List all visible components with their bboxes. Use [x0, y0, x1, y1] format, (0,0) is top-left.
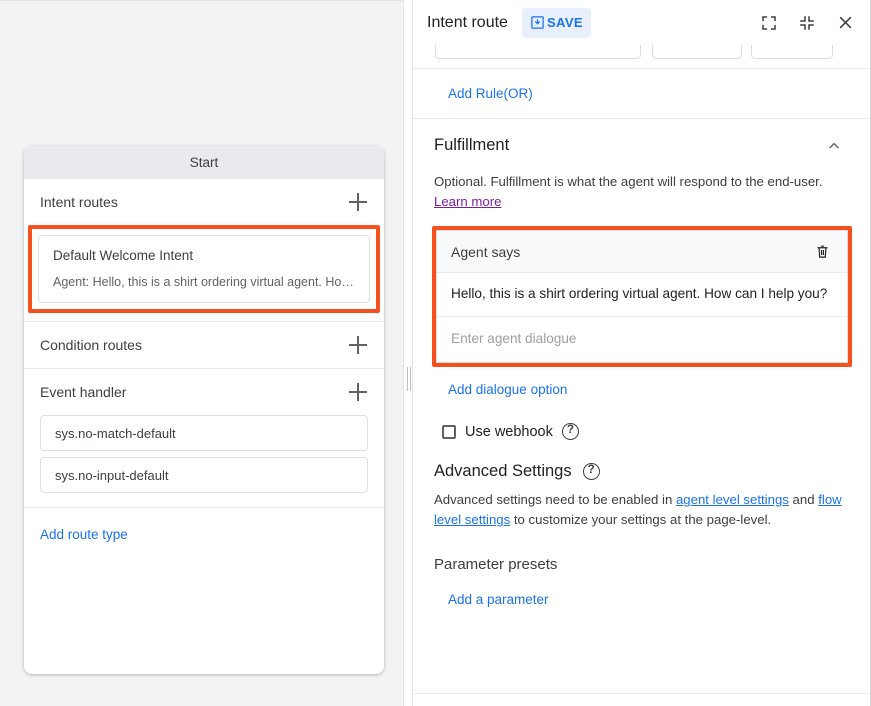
event-handler-title: Event handler [40, 384, 126, 400]
list-item[interactable]: sys.no-input-default [40, 457, 368, 493]
fulfillment-title: Fulfillment [434, 136, 509, 155]
event-handler-list: sys.no-match-default sys.no-input-defaul… [24, 415, 384, 507]
trash-icon[interactable] [811, 241, 833, 263]
rule-parameter-input[interactable] [435, 45, 641, 59]
save-button-label: SAVE [547, 15, 583, 30]
use-webhook-label: Use webhook [465, 424, 553, 440]
advanced-settings-title: Advanced Settings [434, 462, 572, 481]
parameter-presets-title: Parameter presets [413, 530, 871, 573]
add-parameter-row: Add a parameter [413, 573, 871, 609]
add-rule-row: Add Rule(OR) [413, 69, 871, 119]
panel-header-actions [758, 12, 856, 34]
save-button[interactable]: SAVE [522, 8, 591, 38]
add-event-handler-icon[interactable] [346, 380, 370, 404]
app-root: Start Intent routes Default Welcome Inte… [0, 0, 871, 706]
panel-body: Add Rule(OR) Fulfillment Optional. Fulfi… [413, 45, 871, 706]
advanced-settings-header: Advanced Settings ? [413, 440, 871, 481]
page-title: Intent route [427, 14, 508, 32]
start-page-header: Start [24, 146, 384, 179]
add-a-parameter-link[interactable]: Add a parameter [448, 592, 549, 607]
agent-says-message[interactable]: Hello, this is a shirt ordering virtual … [437, 273, 847, 317]
advanced-desc-part3: to customize your settings at the page-l… [510, 512, 771, 527]
condition-routes-header: Condition routes [24, 322, 384, 368]
intent-route-subtitle: Agent: Hello, this is a shirt ordering v… [53, 275, 355, 289]
agent-says-label: Agent says [451, 244, 520, 260]
intent-route-title: Default Welcome Intent [53, 248, 355, 263]
rule-inputs-row [413, 45, 871, 69]
fulfillment-description-text: Optional. Fulfillment is what the agent … [434, 174, 823, 189]
advanced-desc-part1: Advanced settings need to be enabled in [434, 492, 676, 507]
section-advanced-settings: Advanced Settings ? Advanced settings ne… [413, 440, 871, 530]
fulfillment-description: Optional. Fulfillment is what the agent … [413, 172, 871, 212]
advanced-desc-part2: and [789, 492, 818, 507]
drag-handle-icon [407, 367, 411, 391]
section-parameter-presets: Parameter presets Add a parameter [413, 530, 871, 609]
add-condition-route-icon[interactable] [346, 333, 370, 357]
advanced-settings-description: Advanced settings need to be enabled in … [413, 481, 871, 530]
flow-canvas: Start Intent routes Default Welcome Inte… [0, 0, 403, 706]
use-webhook-row: Use webhook ? [413, 399, 871, 440]
intent-route-highlight: Default Welcome Intent Agent: Hello, thi… [28, 225, 380, 313]
learn-more-link[interactable]: Learn more [434, 194, 501, 209]
collapse-icon[interactable] [796, 12, 818, 34]
agent-says-box: Agent says Hello, this is a shirt orderi… [436, 230, 848, 363]
save-icon [530, 15, 545, 30]
start-page-title: Start [190, 155, 219, 170]
add-rule-or-link[interactable]: Add Rule(OR) [448, 86, 533, 101]
section-event-handler: Event handler sys.no-match-default sys.n… [24, 369, 384, 508]
panel-bottom-divider [413, 693, 871, 694]
section-fulfillment: Fulfillment Optional. Fulfillment is wha… [413, 119, 871, 440]
condition-routes-title: Condition routes [40, 337, 142, 353]
agent-level-settings-link[interactable]: agent level settings [676, 492, 789, 507]
chevron-up-icon[interactable] [824, 136, 844, 156]
panel-resize-handle[interactable] [403, 0, 413, 706]
add-route-type-link[interactable]: Add route type [40, 527, 128, 542]
add-dialogue-option-link[interactable]: Add dialogue option [448, 382, 567, 397]
rule-operator-input[interactable] [652, 45, 742, 59]
add-intent-route-icon[interactable] [346, 190, 370, 214]
rule-value-input[interactable] [751, 45, 833, 59]
add-dialogue-row: Add dialogue option [413, 367, 871, 399]
help-icon[interactable]: ? [562, 423, 579, 440]
agent-says-highlight: Agent says Hello, this is a shirt orderi… [432, 226, 852, 367]
event-handler-header: Event handler [24, 369, 384, 415]
agent-says-header: Agent says [437, 231, 847, 273]
fulfillment-header: Fulfillment [413, 119, 871, 172]
help-icon[interactable]: ? [583, 463, 600, 480]
expand-icon[interactable] [758, 12, 780, 34]
section-intent-routes: Intent routes Default Welcome Intent Age… [24, 179, 384, 322]
intent-route-panel: Intent route SAVE [413, 0, 871, 706]
use-webhook-checkbox[interactable] [442, 425, 456, 439]
list-item[interactable]: sys.no-match-default [40, 415, 368, 451]
intent-routes-header: Intent routes [24, 179, 384, 225]
panel-header: Intent route SAVE [413, 0, 870, 45]
intent-route-item[interactable]: Default Welcome Intent Agent: Hello, thi… [38, 235, 370, 303]
agent-dialogue-input[interactable]: Enter agent dialogue [437, 317, 847, 362]
intent-routes-title: Intent routes [40, 194, 118, 210]
close-icon[interactable] [834, 12, 856, 34]
start-page-card: Start Intent routes Default Welcome Inte… [24, 146, 384, 674]
section-condition-routes: Condition routes [24, 322, 384, 369]
section-add-route-type: Add route type [24, 508, 384, 674]
